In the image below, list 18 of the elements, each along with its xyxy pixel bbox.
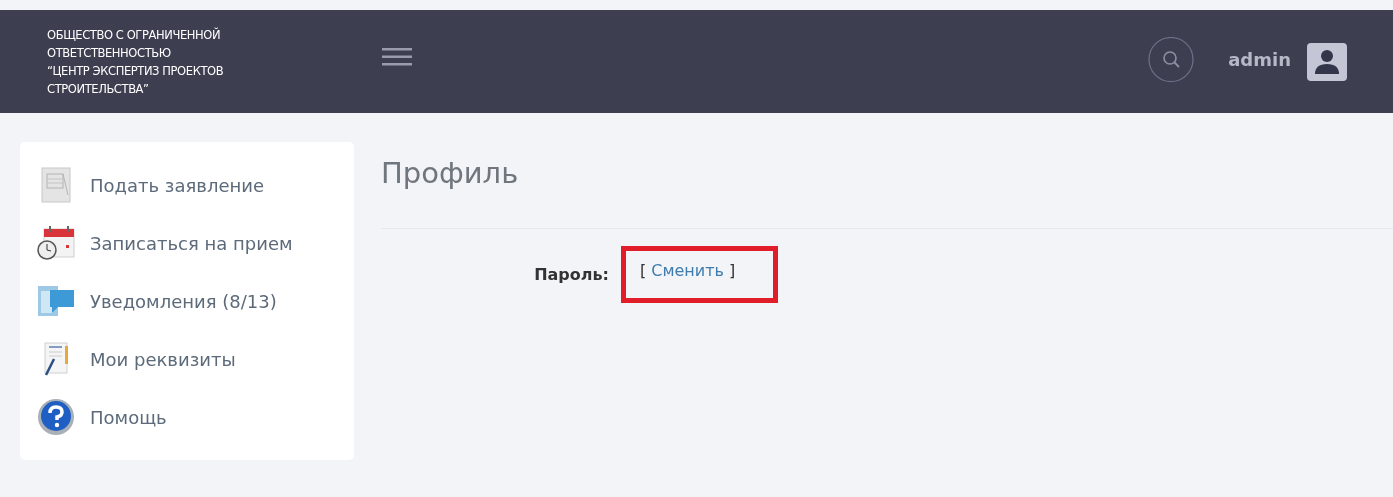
bracket: [ [640,261,647,280]
change-link[interactable]: Сменить [651,261,724,280]
calendar-clock-icon[interactable] [36,225,76,261]
user-name[interactable]: admin [1228,49,1291,70]
sidebar-item[interactable]: Мои реквизиты [90,348,236,370]
sidebar-item[interactable]: Подать заявление [90,174,264,196]
password-label: Пароль: [533,265,609,284]
avatar-icon[interactable] [1307,42,1347,81]
sidebar-item[interactable]: Записаться на прием [90,232,293,254]
page-title: Профиль [381,156,520,190]
messages-icon[interactable] [36,283,76,319]
organization-name: ОБЩЕСТВО С ОГРАНИЧЕННОЙ ОТВЕТСТВЕННОСТЬЮ “ЦЕНТР ЭКСПЕРТИЗ ПРОЕКТОВ СТРОИТЕЛЬСТВА” [47,26,225,98]
search-icon[interactable] [1146,37,1197,82]
menu-icon[interactable] [382,46,412,67]
help-icon[interactable] [36,398,76,436]
sidebar-item[interactable]: Уведомления (8/13) [90,290,277,312]
sidebar-item[interactable]: Помощь [90,406,167,428]
bracket: ] [728,261,736,280]
